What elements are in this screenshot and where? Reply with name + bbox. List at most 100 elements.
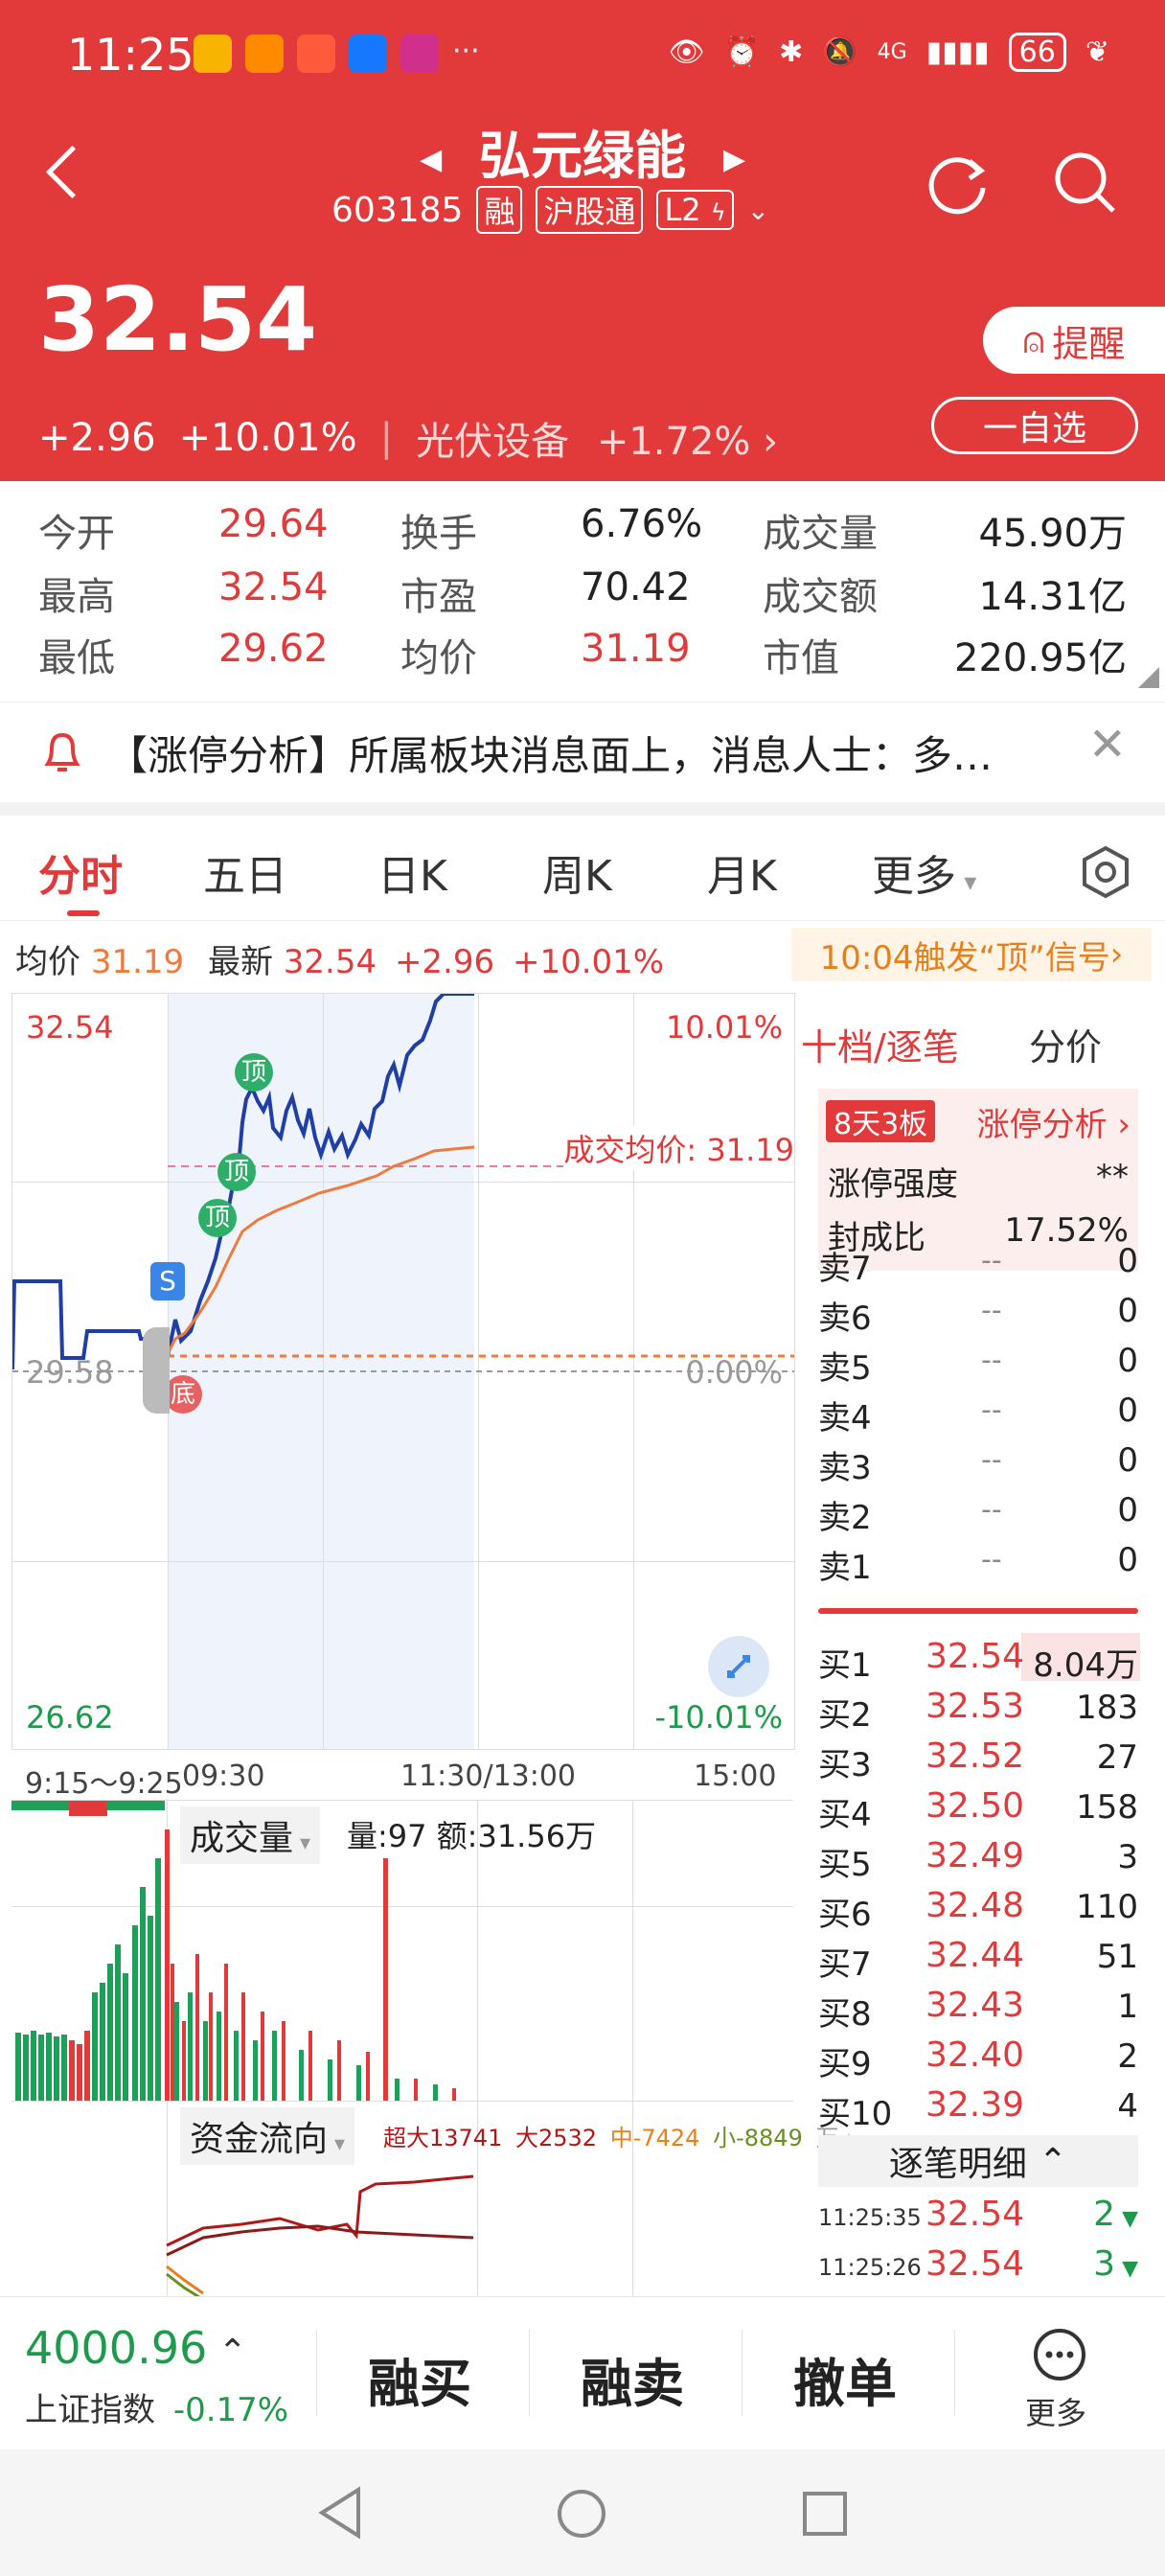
buy-level: 买1: [818, 1646, 872, 1685]
sell-volume: 0: [1117, 1242, 1138, 1280]
app-icon: [194, 34, 232, 73]
stat-value: 29.64: [218, 502, 329, 546]
app-icon: [400, 34, 439, 73]
limit-analysis-link[interactable]: 涨停分析 ›: [977, 1098, 1131, 1145]
marker-top[interactable]: 顶: [217, 1153, 256, 1191]
signal-banner[interactable]: 10:04触发“顶”信号 ›: [791, 928, 1152, 981]
index-value: 4000.96: [25, 2322, 208, 2374]
volume-indicator-selector[interactable]: 成交量 ▾: [180, 1806, 321, 1864]
stat-label: 最高: [38, 575, 115, 619]
tab-monthly-k[interactable]: 月K: [707, 841, 777, 903]
eye-icon: 👁: [668, 35, 705, 69]
buy-price: 32.43: [925, 1986, 1025, 2025]
sell-level: 卖6: [818, 1300, 872, 1338]
price-line-chart: [12, 994, 794, 1372]
volume-chart[interactable]: 成交量 ▾ 量:97 额:31.56万: [11, 1800, 793, 2102]
stock-subtitle: 603185 融 沪股通 L2 ϟ ⌄: [331, 186, 769, 234]
sell-volume: 0: [1117, 1541, 1138, 1579]
mute-icon: 🔕: [822, 35, 858, 69]
volume-info: 量:97 额:31.56万: [347, 1818, 597, 1854]
marker-top[interactable]: 顶: [235, 1053, 273, 1092]
close-icon[interactable]: ✕: [1088, 718, 1127, 771]
index-value-row: 4000.96 ⌃: [25, 2322, 247, 2374]
notice-text: 【涨停分析】所属板块消息面上，消息人士：多…: [107, 732, 994, 779]
chart-scroll-handle[interactable]: [143, 1327, 170, 1414]
marker-top[interactable]: 顶: [198, 1199, 237, 1237]
settings-icon[interactable]: [1079, 845, 1132, 899]
divider: [954, 2330, 955, 2416]
expand-corner-icon[interactable]: [1138, 667, 1159, 688]
limit-badge: 8天3板: [826, 1100, 936, 1142]
buy-price: 32.49: [925, 1836, 1025, 1875]
tag-level2: L2 ϟ: [656, 190, 734, 230]
axis-top-price: 32.54: [26, 1009, 114, 1046]
time-tick: 09:30: [182, 1760, 265, 1793]
marker-s[interactable]: S: [150, 1262, 185, 1300]
cancel-order-button[interactable]: 撤单: [793, 2341, 897, 2417]
sector-link[interactable]: 光伏设备 +1.72% ›: [416, 410, 778, 466]
tab-weekly-k[interactable]: 周K: [542, 841, 612, 903]
buy-volume: 4: [1117, 2087, 1138, 2126]
seal-value: 17.52%: [1004, 1211, 1129, 1250]
axis-mid-price: 29.58: [26, 1354, 114, 1391]
margin-buy-button[interactable]: 融买: [368, 2341, 471, 2417]
marker-bottom[interactable]: 底: [164, 1375, 202, 1414]
sector-pct: +1.72%: [596, 420, 751, 464]
tab-intraday[interactable]: 分时: [38, 841, 123, 903]
stat-label: 市值: [763, 636, 839, 680]
nav-home-icon[interactable]: [556, 2488, 607, 2540]
chart-info-line: 均价 31.19 最新 32.54 +2.96 +10.01%: [15, 935, 664, 982]
current-price: 32.54: [38, 268, 318, 371]
buy-price: 32.39: [925, 2085, 1025, 2125]
chevron-right-icon: ›: [1107, 1106, 1131, 1144]
next-stock-icon[interactable]: ▶: [723, 143, 745, 176]
trade-volume: 3 ▼: [1093, 2244, 1138, 2284]
tab-more[interactable]: 更多 ▾: [872, 841, 976, 903]
time-tick: 15:00: [694, 1760, 777, 1793]
leaf-icon: ❦: [1085, 35, 1109, 69]
buy-level: 买2: [818, 1696, 872, 1735]
fullscreen-button[interactable]: [708, 1636, 769, 1697]
stat-value: 6.76%: [581, 502, 703, 546]
notice-bar[interactable]: 【涨停分析】所属板块消息面上，消息人士：多… ✕: [0, 702, 1165, 816]
buy-volume: 51: [1096, 1938, 1138, 1976]
status-right: 👁 ⏰ ✱ 🔕 4G ▮▮▮▮ 66 ❦: [669, 33, 1109, 72]
search-icon[interactable]: [1052, 150, 1119, 217]
tab-five-day[interactable]: 五日: [203, 841, 287, 903]
tag-margin: 融: [476, 186, 523, 234]
tab-daily-k[interactable]: 日K: [377, 841, 447, 903]
trade-detail-toggle[interactable]: 逐笔明细 ⌃: [818, 2135, 1138, 2187]
margin-sell-button[interactable]: 融卖: [581, 2341, 684, 2417]
more-button[interactable]: 更多: [1021, 2326, 1098, 2431]
chevron-right-icon: ›: [763, 420, 779, 464]
buy-volume: 3: [1117, 1838, 1138, 1876]
trade-price: 32.54: [925, 2244, 1025, 2284]
tab-level10[interactable]: 十档/逐笔: [801, 1018, 959, 1070]
nav-back-icon[interactable]: [316, 2486, 364, 2540]
bluetooth-icon: ✱: [779, 35, 804, 69]
status-app-icons: ···: [194, 34, 480, 73]
divider: [316, 2330, 317, 2416]
index-widget[interactable]: 4000.96 ⌃ 上证指数 -0.17%: [25, 2322, 312, 2429]
trade-volume-value: 3: [1093, 2244, 1116, 2284]
nav-recents-icon[interactable]: [801, 2490, 849, 2538]
refresh-icon[interactable]: [925, 150, 993, 217]
buy-level: 买6: [818, 1896, 872, 1934]
fund-flow-chart[interactable]: 资金流向 ▾ 超大13741 大2532 中-7424 小-8849 万 ›: [11, 2101, 856, 2297]
prev-stock-icon[interactable]: ◀: [420, 143, 442, 176]
add-favorite-button[interactable]: 一自选: [931, 397, 1138, 454]
spread-divider: [818, 1608, 1138, 1614]
chevron-down-icon[interactable]: ⌄: [747, 195, 769, 226]
system-nav-bar: [0, 2450, 1165, 2576]
battery-icon: 66: [1008, 33, 1066, 72]
signal-text: 10:04触发“顶”信号: [819, 938, 1110, 978]
trade-time: 11:25:35: [818, 2204, 922, 2231]
remind-button[interactable]: ⍝ 提醒: [983, 307, 1165, 374]
axis-top-pct: 10.01%: [665, 1009, 783, 1046]
stat-label: 均价: [400, 636, 477, 680]
tab-price-dist[interactable]: 分价: [1029, 1018, 1102, 1070]
lightning-icon: ϟ: [710, 199, 726, 226]
intraday-chart[interactable]: 顶 顶 顶 底 S 32.54 10.01% 成交均价: 31.19 29.58…: [11, 993, 795, 1750]
limit-link-label: 涨停分析: [976, 1106, 1108, 1144]
bell-icon: ⍝: [1022, 318, 1045, 361]
